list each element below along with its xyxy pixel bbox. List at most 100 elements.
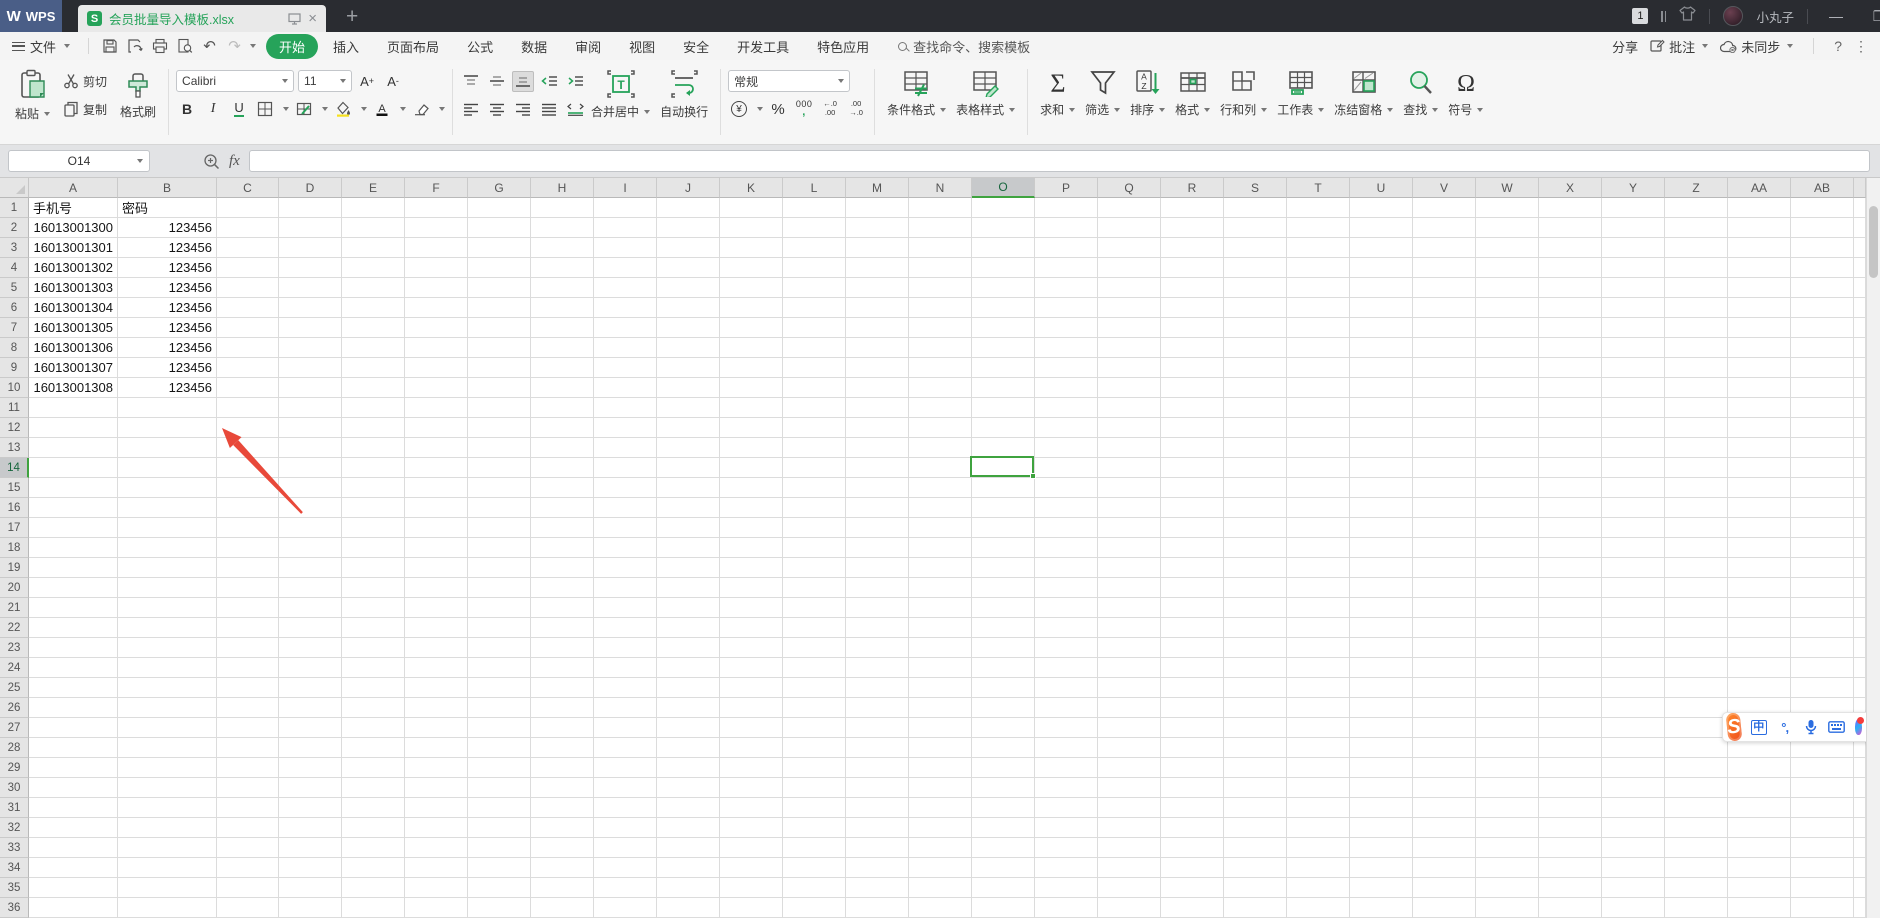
cell-V23[interactable] [1413,638,1476,658]
cell-M22[interactable] [846,618,909,638]
cell-T1[interactable] [1287,198,1350,218]
cell-O25[interactable] [972,678,1035,698]
cell-AA10[interactable] [1728,378,1791,398]
cell-AB32[interactable] [1791,818,1854,838]
cell-T3[interactable] [1287,238,1350,258]
chevron-down-icon[interactable] [439,107,446,111]
cell-L31[interactable] [783,798,846,818]
cell-N6[interactable] [909,298,972,318]
cell-Z7[interactable] [1665,318,1728,338]
row-header-23[interactable]: 23 [0,638,29,658]
cell-K14[interactable] [720,458,783,478]
cell-L29[interactable] [783,758,846,778]
cell-D33[interactable] [279,838,342,858]
row-header-12[interactable]: 12 [0,418,29,438]
cell-X7[interactable] [1539,318,1602,338]
cell-E19[interactable] [342,558,405,578]
cell-D22[interactable] [279,618,342,638]
cell-U14[interactable] [1350,458,1413,478]
cell-K20[interactable] [720,578,783,598]
cell-O12[interactable] [972,418,1035,438]
cell-AA24[interactable] [1728,658,1791,678]
cell-I19[interactable] [594,558,657,578]
cell-G7[interactable] [468,318,531,338]
cell-V30[interactable] [1413,778,1476,798]
cell-G30[interactable] [468,778,531,798]
cell-x11[interactable] [1854,398,1866,418]
cell-A33[interactable] [29,838,118,858]
cell-P2[interactable] [1035,218,1098,238]
cell-D29[interactable] [279,758,342,778]
cell-Y1[interactable] [1602,198,1665,218]
cell-I5[interactable] [594,278,657,298]
cell-V1[interactable] [1413,198,1476,218]
cell-X16[interactable] [1539,498,1602,518]
cell-S12[interactable] [1224,418,1287,438]
cell-x21[interactable] [1854,598,1866,618]
cell-X20[interactable] [1539,578,1602,598]
cell-P6[interactable] [1035,298,1098,318]
cell-P11[interactable] [1035,398,1098,418]
cell-AB20[interactable] [1791,578,1854,598]
cell-G36[interactable] [468,898,531,918]
cell-AA31[interactable] [1728,798,1791,818]
cell-M6[interactable] [846,298,909,318]
cell-C18[interactable] [217,538,279,558]
cell-U35[interactable] [1350,878,1413,898]
cell-K31[interactable] [720,798,783,818]
row-header-29[interactable]: 29 [0,758,29,778]
cell-B24[interactable] [118,658,217,678]
cell-B7[interactable]: 123456 [118,318,217,338]
column-header-H[interactable]: H [531,178,594,198]
cell-Q36[interactable] [1098,898,1161,918]
cell-AA30[interactable] [1728,778,1791,798]
cell-J19[interactable] [657,558,720,578]
cell-H5[interactable] [531,278,594,298]
cell-A34[interactable] [29,858,118,878]
cell-H30[interactable] [531,778,594,798]
cell-R28[interactable] [1161,738,1224,758]
cell-Y11[interactable] [1602,398,1665,418]
cell-Z12[interactable] [1665,418,1728,438]
cell-AA34[interactable] [1728,858,1791,878]
cell-P33[interactable] [1035,838,1098,858]
cell-x13[interactable] [1854,438,1866,458]
cell-F3[interactable] [405,238,468,258]
cell-D8[interactable] [279,338,342,358]
cell-I25[interactable] [594,678,657,698]
cell-P7[interactable] [1035,318,1098,338]
cell-B26[interactable] [118,698,217,718]
share-button[interactable]: 分享 [1612,37,1638,56]
cell-V17[interactable] [1413,518,1476,538]
cell-AA32[interactable] [1728,818,1791,838]
cell-AA2[interactable] [1728,218,1791,238]
chevron-down-icon[interactable] [322,107,329,111]
cell-O15[interactable] [972,478,1035,498]
cell-C35[interactable] [217,878,279,898]
cell-A1[interactable]: 手机号 [29,198,118,218]
cell-T36[interactable] [1287,898,1350,918]
cell-E28[interactable] [342,738,405,758]
cell-Y18[interactable] [1602,538,1665,558]
cell-U9[interactable] [1350,358,1413,378]
tab-home[interactable]: 开始 [266,33,319,59]
cell-W3[interactable] [1476,238,1539,258]
cell-H14[interactable] [531,458,594,478]
cell-K23[interactable] [720,638,783,658]
cell-D7[interactable] [279,318,342,338]
format-button[interactable]: 格式 [1170,67,1215,120]
cell-E35[interactable] [342,878,405,898]
cell-Z30[interactable] [1665,778,1728,798]
cell-I1[interactable] [594,198,657,218]
cell-L14[interactable] [783,458,846,478]
cell-C11[interactable] [217,398,279,418]
cell-D14[interactable] [279,458,342,478]
cell-AA33[interactable] [1728,838,1791,858]
cell-W23[interactable] [1476,638,1539,658]
cell-W21[interactable] [1476,598,1539,618]
cell-F33[interactable] [405,838,468,858]
cell-N33[interactable] [909,838,972,858]
cell-L18[interactable] [783,538,846,558]
cell-S26[interactable] [1224,698,1287,718]
cell-AA15[interactable] [1728,478,1791,498]
